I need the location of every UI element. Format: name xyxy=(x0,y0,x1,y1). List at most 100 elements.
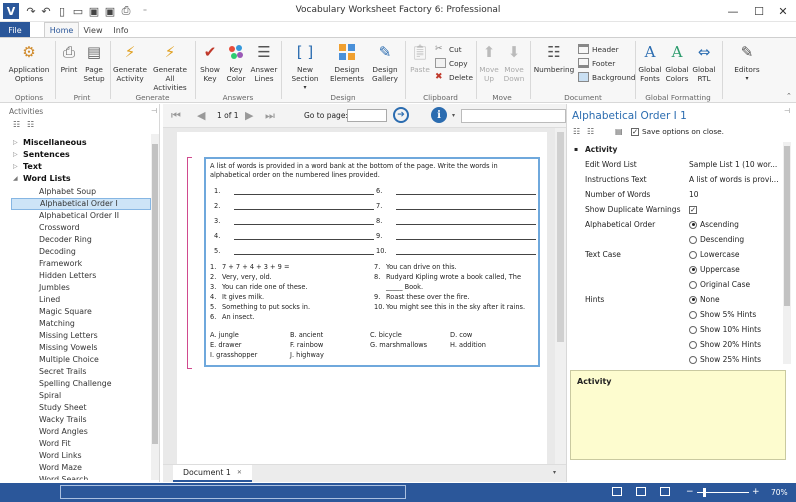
first-page-icon[interactable]: ⏮ xyxy=(171,109,181,123)
alphabetical-icon[interactable]: ☷ xyxy=(587,127,594,136)
property-option[interactable]: Show 10% Hints xyxy=(571,322,783,337)
maximize-button[interactable]: ☐ xyxy=(746,3,772,19)
expand-all-icon[interactable]: ☷ xyxy=(13,120,20,129)
numbering-button[interactable]: ☷ Numbering xyxy=(533,42,575,74)
property-option[interactable]: Descending xyxy=(571,232,783,247)
property-value[interactable]: Sample List 1 (10 wor... xyxy=(689,160,777,169)
activity-item[interactable]: Word Maze xyxy=(11,462,151,474)
print-button[interactable]: ⎙ Print xyxy=(58,42,80,74)
activity-item[interactable]: Decoder Ring xyxy=(11,234,151,246)
radio-button[interactable] xyxy=(689,265,697,274)
activity-item[interactable]: Alphabetical Order II xyxy=(11,210,151,222)
category-sentences[interactable]: ▷ Sentences xyxy=(13,150,70,159)
scrollbar-thumb[interactable] xyxy=(152,144,158,444)
property-option[interactable]: Alphabetical Order Ascending xyxy=(571,217,783,232)
generate-activity-button[interactable]: ⚡ Generate Activity xyxy=(113,42,147,83)
activity-item[interactable]: Framework xyxy=(11,258,151,270)
property-option[interactable]: Show 5% Hints xyxy=(571,307,783,322)
property-option[interactable]: Original Case xyxy=(571,277,783,292)
go-to-page-input[interactable] xyxy=(347,109,387,122)
activity-item[interactable]: Secret Trails xyxy=(11,366,151,378)
property-option[interactable]: Hints None xyxy=(571,292,783,307)
tab-list-dropdown-icon[interactable]: ▾ xyxy=(553,469,556,476)
category-miscellaneous[interactable]: ▷ Miscellaneous xyxy=(13,138,87,147)
global-rtl-button[interactable]: ⇔ Global RTL xyxy=(692,42,716,83)
tab-info[interactable]: Info xyxy=(110,22,132,38)
move-up-button[interactable]: ⬆ Move Up xyxy=(479,42,499,83)
radio-button[interactable] xyxy=(689,340,697,349)
collapse-all-icon[interactable]: ☷ xyxy=(27,120,34,129)
search-input[interactable] xyxy=(461,109,566,123)
copy-button[interactable]: Copy xyxy=(435,57,468,69)
global-fonts-button[interactable]: A Global Fonts xyxy=(638,42,662,83)
pin-icon[interactable]: ⊣ xyxy=(151,107,157,115)
activity-item[interactable]: Wacky Trails xyxy=(11,414,151,426)
activity-item[interactable]: Word Links xyxy=(11,450,151,462)
next-page-icon[interactable]: ▶ xyxy=(245,109,253,122)
delete-button[interactable]: ✖ Delete xyxy=(435,71,473,83)
activity-item[interactable]: Spiral xyxy=(11,390,151,402)
property-row[interactable]: Instructions Text A list of words is prov… xyxy=(571,172,783,187)
activity-item[interactable]: Missing Vowels xyxy=(11,342,151,354)
radio-button[interactable] xyxy=(689,295,697,304)
property-pages-icon[interactable]: ▤ xyxy=(615,127,623,136)
zoom-out-icon[interactable]: − xyxy=(686,487,694,497)
move-down-button[interactable]: ⬇ Move Down xyxy=(503,42,525,83)
previous-page-icon[interactable]: ◀ xyxy=(197,109,205,122)
zoom-in-icon[interactable]: + xyxy=(752,487,760,497)
new-section-button[interactable]: [ ] New Section ▾ xyxy=(284,42,326,92)
activity-item[interactable]: Matching xyxy=(11,318,151,330)
activity-item[interactable]: Spelling Challenge xyxy=(11,378,151,390)
zoom-slider-thumb[interactable] xyxy=(703,488,706,497)
activity-item[interactable]: Lined xyxy=(11,294,151,306)
show-key-button[interactable]: ✔ Show Key xyxy=(198,42,222,83)
activity-item[interactable]: Word Angles xyxy=(11,426,151,438)
property-option[interactable]: Uppercase xyxy=(571,262,783,277)
property-row[interactable]: Show Duplicate Warnings ✓ xyxy=(571,202,783,217)
global-colors-button[interactable]: A Global Colors xyxy=(665,42,689,83)
close-icon[interactable]: ✕ xyxy=(237,469,242,476)
property-value[interactable]: A list of words is provi... xyxy=(689,175,779,184)
radio-button[interactable] xyxy=(689,220,697,229)
activity-item[interactable]: Alphabetical Order I xyxy=(11,198,151,210)
page-setup-button[interactable]: ▤ Page Setup xyxy=(82,42,106,83)
footer-button[interactable]: Footer xyxy=(578,57,615,69)
checkbox-icon[interactable]: ✓ xyxy=(689,205,697,214)
key-color-button[interactable]: Key Color xyxy=(224,42,248,83)
property-row[interactable]: Number of Words 10 xyxy=(571,187,783,202)
activity-item[interactable]: Decoding xyxy=(11,246,151,258)
radio-button[interactable] xyxy=(689,235,697,244)
property-option[interactable]: Show 20% Hints xyxy=(571,337,783,352)
radio-button[interactable] xyxy=(689,250,697,259)
category-text[interactable]: ▷ Text xyxy=(13,162,42,171)
activity-item[interactable]: Crossword xyxy=(11,222,151,234)
activity-item[interactable]: Word Search xyxy=(11,474,151,480)
section-activity[interactable]: ▪ Activity xyxy=(571,142,783,157)
cut-button[interactable]: ✂ Cut xyxy=(435,43,462,55)
activities-scrollbar[interactable] xyxy=(151,134,159,480)
tab-home[interactable]: Home xyxy=(44,22,79,38)
tab-document-1[interactable]: Document 1 ✕ xyxy=(173,465,252,482)
scrollbar-thumb[interactable] xyxy=(557,132,564,342)
generate-all-button[interactable]: ⚡ Generate All Activities xyxy=(148,42,192,92)
radio-button[interactable] xyxy=(689,280,697,289)
category-word-lists[interactable]: ◢ Word Lists xyxy=(13,174,71,183)
property-option[interactable]: Show 25% Hints xyxy=(571,352,783,364)
activity-item[interactable]: Study Sheet xyxy=(11,402,151,414)
activity-item[interactable]: Word Fit xyxy=(11,438,151,450)
single-page-icon[interactable] xyxy=(612,487,622,496)
radio-button[interactable] xyxy=(689,325,697,334)
two-page-icon[interactable] xyxy=(636,487,646,496)
application-options-button[interactable]: ⚙ Application Options xyxy=(6,42,52,83)
activity-item[interactable]: Missing Letters xyxy=(11,330,151,342)
radio-button[interactable] xyxy=(689,355,697,364)
radio-button[interactable] xyxy=(689,310,697,319)
paste-button[interactable]: 📋︎ Paste xyxy=(408,42,432,74)
last-page-icon[interactable]: ⏭ xyxy=(265,109,275,123)
activity-item[interactable]: Alphabet Soup xyxy=(11,186,151,198)
properties-scrollbar[interactable] xyxy=(783,142,791,364)
info-dropdown-icon[interactable]: ▾ xyxy=(452,112,455,119)
design-elements-button[interactable]: Design Elements xyxy=(330,42,364,83)
activity-item[interactable]: Jumbles xyxy=(11,282,151,294)
property-option[interactable]: Text Case Lowercase xyxy=(571,247,783,262)
